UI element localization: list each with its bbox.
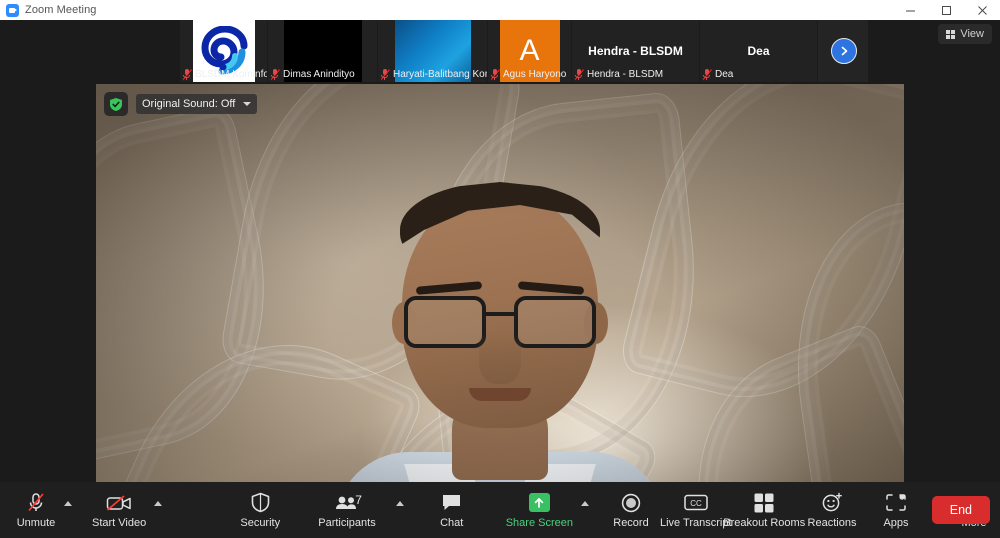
original-sound-button[interactable]: Original Sound: Off	[136, 94, 258, 114]
smiley-reaction-icon	[822, 492, 843, 514]
breakout-rooms-label: Breakout Rooms	[723, 516, 806, 529]
thumbnail-name: Hendra - BLSDM	[587, 68, 664, 80]
apps-bracket-icon	[886, 492, 906, 514]
microphone-muted-icon	[182, 68, 193, 80]
reactions-button[interactable]: Reactions	[806, 482, 858, 538]
apps-label: Apps	[883, 516, 909, 529]
thumbnail-hendra-blsdm[interactable]: Hendra - BLSDM Hendra - BLSDM	[572, 20, 700, 82]
unmute-button[interactable]: Unmute	[10, 482, 62, 538]
meeting-toolbar: Unmute Start Video Security Participants…	[0, 482, 1000, 538]
thumbnail-haryati-balitbang[interactable]: Haryati-Balitbang Kom..	[378, 20, 488, 82]
thumbnail-name: Dea	[715, 68, 734, 80]
record-circle-icon	[621, 492, 641, 514]
thumbnail-name-badge: Agus Haryono	[488, 66, 570, 82]
end-meeting-button[interactable]: End	[931, 496, 990, 524]
thumbnail-display-name: Dea	[747, 44, 770, 58]
closed-caption-icon: CC	[683, 492, 708, 514]
caret-down-icon[interactable]	[243, 102, 252, 106]
vignette	[96, 84, 904, 520]
audio-options-chevron-icon[interactable]	[64, 500, 72, 506]
start-video-button[interactable]: Start Video	[86, 482, 152, 538]
participants-label: Participants	[318, 516, 376, 529]
thumbnail-name-badge: Hendra - BLSDM	[572, 66, 667, 82]
view-button[interactable]: View	[938, 24, 992, 44]
speech-bubble-icon	[441, 492, 462, 514]
green-shield-check-icon[interactable]	[104, 92, 128, 116]
view-button-label: View	[960, 28, 984, 40]
share-screen-group: Share Screen	[500, 482, 589, 538]
share-screen-button[interactable]: Share Screen	[500, 482, 579, 538]
thumbnail-name: Haryati-Balitbang Kom..	[393, 68, 487, 80]
thumbnail-dimas-anindityo[interactable]: Dimas Anindityo	[268, 20, 378, 82]
end-meeting-label: End	[949, 503, 972, 517]
maximize-icon[interactable]	[928, 0, 964, 20]
thumbnail-agus-haryono[interactable]: A Agus Haryono	[488, 20, 572, 82]
chat-button[interactable]: Chat	[426, 482, 478, 538]
thumbnail-display-name: Hendra - BLSDM	[588, 44, 683, 58]
thumbnail-name: Agus Haryono	[503, 68, 567, 80]
start-video-label: Start Video	[92, 516, 147, 529]
microphone-muted-icon	[702, 68, 713, 80]
chat-label: Chat	[440, 516, 464, 529]
grid-view-icon	[946, 29, 956, 39]
video-top-controls: Original Sound: Off	[104, 92, 258, 116]
participants-options-chevron-icon[interactable]	[395, 500, 404, 506]
security-button[interactable]: Security	[234, 482, 286, 538]
minimize-icon[interactable]	[892, 0, 928, 20]
svg-text:CC: CC	[690, 499, 702, 508]
unmute-label: Unmute	[16, 516, 56, 529]
window-title: Zoom Meeting	[25, 4, 97, 16]
zoom-meeting-window: View BLSDM Kominfo Dimas Anindityo Harya…	[0, 20, 1000, 538]
chevron-right-icon	[831, 38, 857, 64]
microphone-muted-icon	[270, 68, 281, 80]
thumbnail-name: BLSDM Kominfo	[195, 68, 267, 80]
reactions-label: Reactions	[807, 516, 857, 529]
live-transcript-label: Live Transcript	[659, 516, 732, 529]
original-sound-label: Original Sound: Off	[142, 98, 236, 110]
participants-group: Participants 7	[312, 482, 404, 538]
apps-button[interactable]: Apps	[870, 482, 922, 538]
thumbnail-dea[interactable]: Dea Dea	[700, 20, 818, 82]
share-screen-up-arrow-icon	[528, 492, 550, 514]
microphone-muted-icon	[490, 68, 501, 80]
microphone-muted-icon	[574, 68, 585, 80]
shield-icon	[251, 492, 270, 514]
filmstrip-next-page-button[interactable]	[820, 20, 868, 82]
window-titlebar: Zoom Meeting	[0, 0, 1000, 20]
thumbnail-name-badge: Haryati-Balitbang Kom..	[378, 66, 487, 82]
participants-button[interactable]: Participants 7	[312, 482, 381, 538]
start-video-group: Start Video	[86, 482, 163, 538]
share-options-chevron-icon[interactable]	[580, 500, 589, 506]
close-icon[interactable]	[964, 0, 1000, 20]
breakout-rooms-button[interactable]: Breakout Rooms	[723, 482, 805, 538]
live-transcript-button[interactable]: CC Live Transcript	[660, 482, 732, 538]
participant-filmstrip: BLSDM Kominfo Dimas Anindityo Haryati-Ba…	[180, 20, 820, 82]
thumbnail-name: Dimas Anindityo	[283, 68, 355, 80]
thumbnail-name-badge: Dea	[700, 66, 737, 82]
microphone-muted-icon	[380, 68, 391, 80]
breakout-rooms-grid-icon	[754, 492, 774, 514]
microphone-muted-icon	[27, 492, 45, 514]
participants-count: 7	[355, 493, 362, 507]
thumbnail-blsdm-kominfo[interactable]: BLSDM Kominfo	[180, 20, 268, 82]
video-options-chevron-icon[interactable]	[154, 500, 163, 506]
record-button[interactable]: Record	[605, 482, 657, 538]
unmute-group: Unmute	[10, 482, 72, 538]
thumbnail-name-badge: Dimas Anindityo	[268, 66, 359, 82]
titlebar-left-group: Zoom Meeting	[0, 3, 97, 17]
window-controls	[892, 0, 1000, 20]
active-speaker-video[interactable]: Original Sound: Off Hary Budiarto_KaBali…	[96, 84, 904, 520]
record-label: Record	[613, 516, 649, 529]
zoom-logo-icon	[6, 3, 19, 17]
camera-off-icon	[106, 492, 132, 514]
share-screen-label: Share Screen	[505, 516, 573, 529]
security-label: Security	[240, 516, 281, 529]
thumbnail-name-badge: BLSDM Kominfo	[180, 66, 267, 82]
